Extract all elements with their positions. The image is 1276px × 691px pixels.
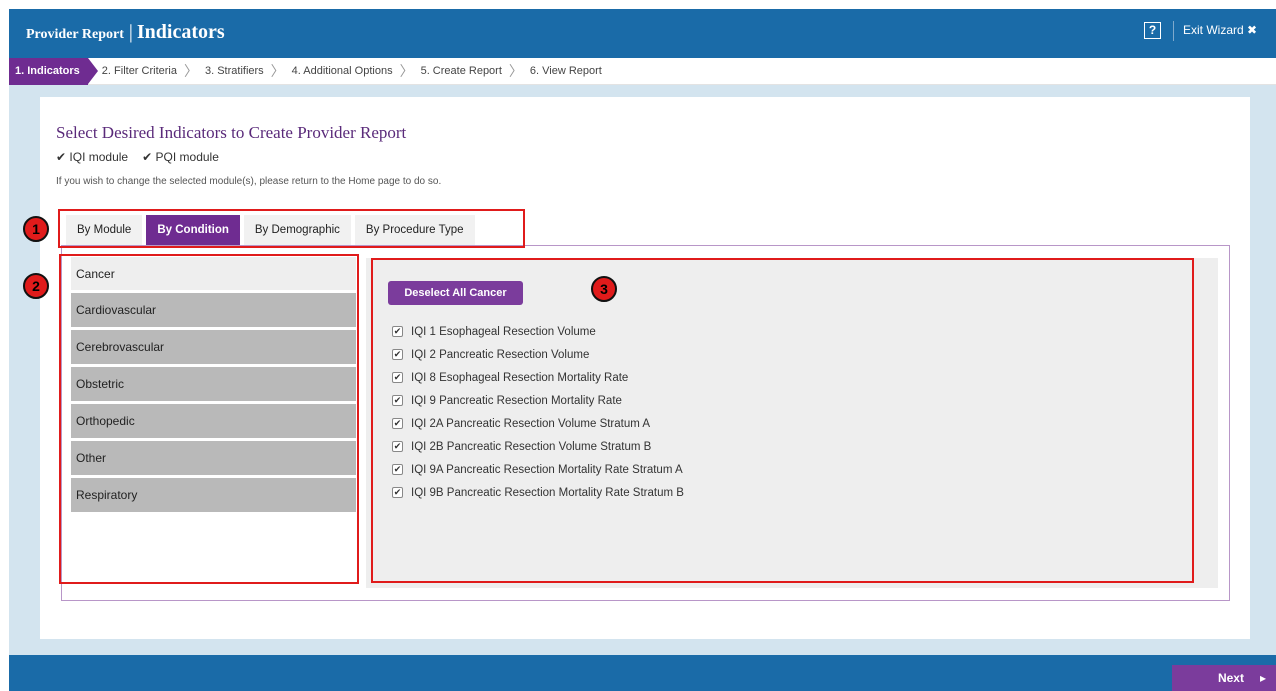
step-create-report[interactable]: 5. Create Report 〉 (421, 58, 530, 85)
module-label: IQI module (69, 150, 129, 164)
page-header-title: Provider Report | Indicators (26, 21, 225, 44)
play-arrow-icon: ▸ (1259, 671, 1266, 685)
chevron-right-icon: 〉 (508, 63, 523, 79)
app-footer (9, 655, 1276, 691)
close-icon: ✖ (1247, 23, 1258, 37)
section-title: Indicators (136, 21, 225, 43)
check-icon: ✔ (56, 150, 67, 164)
chevron-right-icon: 〉 (399, 63, 414, 79)
app-header: Provider Report | Indicators ? Exit Wiza… (9, 9, 1276, 58)
annotation-box-tabs (58, 209, 525, 248)
step-label: 1. Indicators (15, 65, 80, 77)
page-title: Select Desired Indicators to Create Prov… (56, 123, 407, 142)
next-label: Next (1217, 671, 1244, 685)
module-label: PQI module (155, 150, 219, 164)
selected-modules: ✔ IQI module ✔ PQI module (56, 150, 219, 164)
annotation-badge: 2 (23, 273, 49, 299)
annotation-badge: 3 (591, 276, 617, 302)
header-divider (1173, 21, 1174, 41)
step-label: 6. View Report (529, 65, 602, 77)
check-icon: ✔ (142, 150, 153, 164)
exit-wizard-label: Exit Wizard (1183, 23, 1244, 37)
next-button[interactable]: Next ▸ (1172, 665, 1276, 691)
step-label: 3. Stratifiers (204, 65, 264, 77)
step-label: 5. Create Report (420, 65, 502, 77)
exit-wizard-button[interactable]: Exit Wizard ✖ (1183, 23, 1257, 37)
chevron-right-icon: 〉 (270, 63, 285, 79)
step-stratifiers[interactable]: 3. Stratifiers 〉 (205, 58, 292, 85)
step-view-report[interactable]: 6. View Report (530, 58, 602, 85)
step-filter-criteria[interactable]: 2. Filter Criteria 〉 (102, 58, 205, 85)
chevron-right-icon: 〉 (183, 63, 198, 79)
module-item: ✔ IQI module (56, 150, 128, 164)
report-type-label: Provider Report (26, 27, 124, 42)
module-note: If you wish to change the selected modul… (56, 176, 442, 187)
step-indicators[interactable]: 1. Indicators (9, 57, 98, 85)
step-label: 4. Additional Options (291, 65, 393, 77)
step-additional-options[interactable]: 4. Additional Options 〉 (292, 58, 421, 85)
module-item: ✔ PQI module (142, 150, 219, 164)
wizard-steps: 1. Indicators 2. Filter Criteria 〉 3. Str… (9, 57, 1276, 85)
annotation-badge: 1 (23, 216, 49, 242)
title-separator: | (128, 21, 133, 43)
step-label: 2. Filter Criteria (101, 65, 177, 77)
help-button[interactable]: ? (1144, 22, 1161, 39)
annotation-box-indicators (371, 258, 1194, 583)
annotation-box-conditions (59, 254, 359, 584)
